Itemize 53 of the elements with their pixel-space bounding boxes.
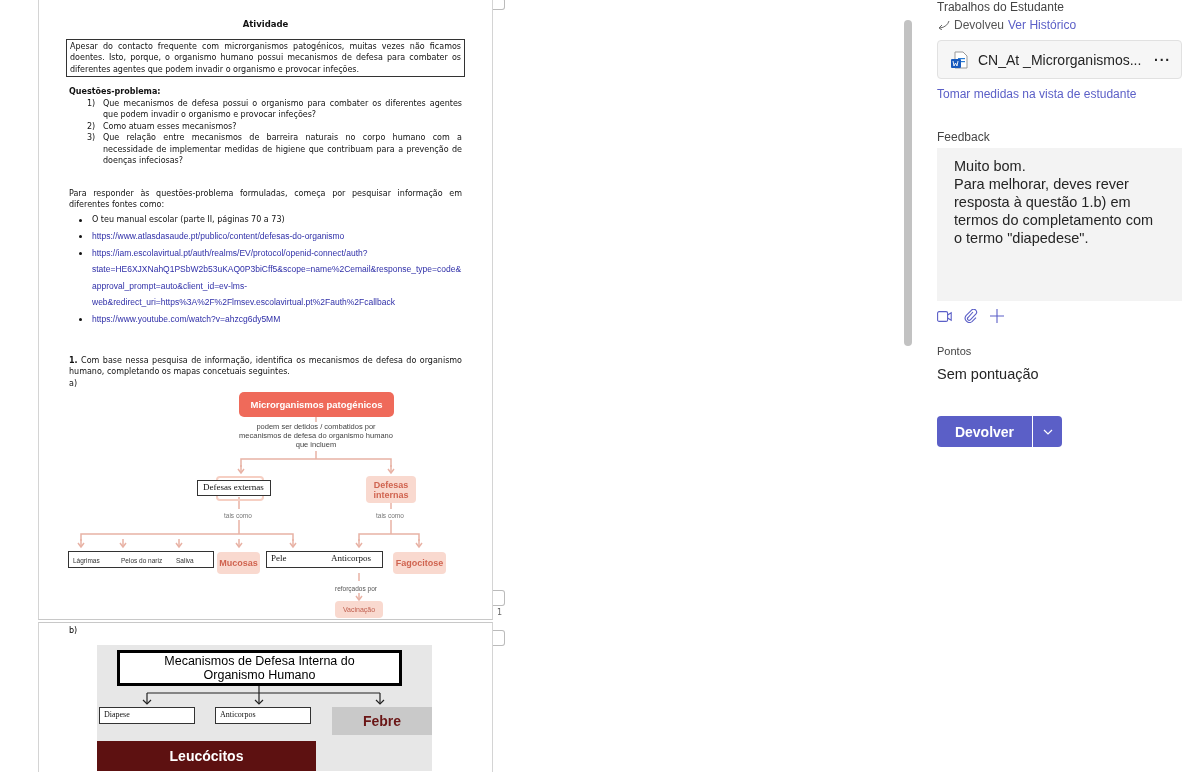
source-link[interactable]: https://www.atlasdasaude.pt/publico/content/defesas-do-organismo bbox=[92, 228, 345, 245]
bullet-icon bbox=[79, 235, 82, 239]
concept-node: Defesas internas bbox=[366, 476, 416, 504]
intro-paragraph: Apesar do contacto frequente com microrganismos patogénicos, muitas vezes não ficamos doentes. Isto, porque, o organismo humano possui mecanismos de defesa para combater os diferentes agentes que podem invadir o organismo e provocar infeções. bbox=[66, 38, 465, 77]
question-number: 2) bbox=[87, 120, 97, 132]
feedback-field[interactable]: Muito bom. Para melhorar, deves rever resposta à questão 1.b) em termos do completamento com o termo "diapedese". bbox=[937, 148, 1182, 301]
part-label: b) bbox=[69, 626, 79, 635]
task-paragraph: 1. Com base nessa pesquisa de informação, identifica os mecanismos de defesa do organismo humano, completando os mapas concetuais seguintes. bbox=[69, 354, 462, 378]
plus-icon[interactable] bbox=[990, 309, 1004, 323]
question-text: Que mecanismos de defesa possui o organismo para combater os diferentes agentes que podem invadir o organismo e provocar infeções? bbox=[103, 97, 462, 121]
points-label: Pontos bbox=[937, 345, 973, 357]
chevron-icon bbox=[1042, 428, 1053, 435]
page-number: 1 bbox=[497, 608, 503, 617]
feedback-label: Feedback bbox=[937, 130, 991, 144]
bullet-icon bbox=[79, 318, 82, 322]
question-text: Como atuam esses mecanismos? bbox=[103, 120, 237, 132]
section-heading: Questões-problema: bbox=[69, 86, 162, 98]
history-link[interactable]: Ver Histórico bbox=[1008, 18, 1077, 32]
file-name: CN_At _Microrganismos... bbox=[978, 51, 1143, 68]
concept-node: Microrganismos patogénicos bbox=[239, 392, 394, 418]
bullet-icon bbox=[79, 251, 82, 255]
video-icon[interactable] bbox=[937, 310, 952, 322]
points-value: Sem pontuação bbox=[937, 366, 1040, 382]
source-text: O teu manual escolar (parte II, páginas 70 a 73) bbox=[92, 213, 285, 226]
answer-box: Anticorpos bbox=[215, 707, 311, 724]
section-title: Trabalhos do Estudante bbox=[937, 0, 1065, 14]
concept-node: Mucosas bbox=[217, 552, 260, 575]
question-text: Que relação entre mecanismos de barreira naturais no corpo humano com a necessidade de implementar medidas de higiene que contribuam para a prevenção de doenças infeciosas? bbox=[103, 132, 462, 167]
student-view-link[interactable]: Tomar medidas na vista de estudante bbox=[937, 87, 1182, 101]
status-text: Devolveu bbox=[954, 18, 1005, 32]
concept-node: Fagocitose bbox=[393, 552, 446, 575]
paperclip-icon[interactable] bbox=[964, 309, 978, 323]
question-number: 1) bbox=[87, 97, 97, 110]
return-arrow-icon bbox=[937, 20, 950, 30]
scrollbar-thumb[interactable] bbox=[904, 20, 912, 346]
part-label: a) bbox=[69, 377, 79, 390]
document-title: Atividade bbox=[241, 19, 290, 31]
answer-box: Diapese bbox=[99, 707, 195, 724]
answer-text: Pele bbox=[271, 553, 287, 565]
more-button[interactable]: ··· bbox=[1154, 51, 1171, 68]
bullet-icon bbox=[79, 218, 82, 222]
return-button[interactable]: Devolver bbox=[937, 416, 1032, 447]
concept-node: Mecanismos de Defesa Interna do Organismo Humano bbox=[117, 650, 402, 686]
concept-node: Febre bbox=[332, 707, 432, 735]
question-number: 3) bbox=[87, 132, 97, 144]
concept-node: Leucócitos bbox=[97, 741, 316, 771]
dropdown-button[interactable] bbox=[1033, 416, 1062, 447]
answer-box: Defesas externas bbox=[197, 480, 271, 497]
file-card[interactable]: CN_At _Microrganismos... ··· bbox=[937, 40, 1182, 79]
paragraph: Para responder às questões-problema formuladas, começa por pesquisar informação em diferentes fontes como: bbox=[69, 187, 462, 211]
document-icon bbox=[950, 50, 968, 69]
answer-text: Anticorpos bbox=[331, 553, 371, 565]
source-link[interactable]: https://www.youtube.com/watch?v=ahzcg6dy5MM bbox=[92, 311, 281, 328]
